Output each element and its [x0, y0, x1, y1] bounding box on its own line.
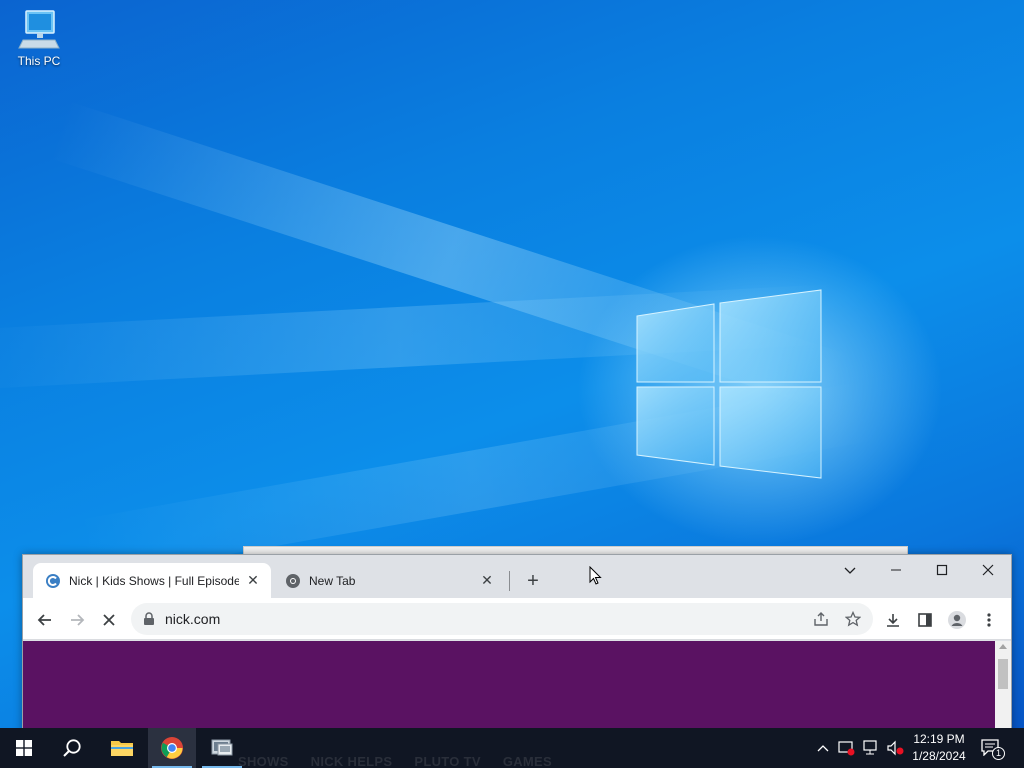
avatar-icon — [948, 611, 966, 629]
desktop-icon-label: This PC — [17, 54, 61, 68]
computer-icon — [18, 10, 60, 49]
security-warning-icon — [838, 741, 855, 756]
tab-nick[interactable]: Nick | Kids Shows | Full Episodes ✕ — [33, 563, 271, 598]
browser-toolbar: nick.com — [23, 598, 1011, 640]
clock-time: 12:19 PM — [913, 732, 965, 746]
desktop-icon-this-pc[interactable]: This PC — [10, 8, 68, 68]
app-icon — [211, 739, 233, 756]
chrome-favicon — [286, 573, 300, 588]
notification-count: 1 — [992, 747, 1005, 760]
chrome-window[interactable]: Nick | Kids Shows | Full Episodes ✕ New … — [22, 554, 1012, 735]
downloads-button[interactable] — [879, 606, 907, 634]
chevron-up-icon — [817, 745, 829, 752]
close-button[interactable] — [965, 555, 1011, 585]
start-icon — [16, 740, 32, 756]
nav-link[interactable]: PLUTO TV — [414, 754, 480, 768]
file-explorer-icon — [111, 741, 133, 756]
chrome-icon — [161, 737, 183, 759]
tab-separator — [509, 571, 510, 591]
search-icon — [63, 739, 81, 757]
chrome-taskbar-button[interactable] — [148, 728, 196, 768]
mouse-cursor-icon — [589, 566, 602, 585]
show-hidden-icons-button[interactable] — [814, 739, 832, 757]
taskbar-clock[interactable]: 12:19 PM 1/28/2024 — [908, 731, 970, 765]
download-icon — [887, 614, 899, 627]
volume-muted-icon — [887, 740, 904, 756]
volume-tray-button[interactable] — [886, 739, 904, 757]
more-vertical-icon — [987, 613, 991, 627]
arrow-left-icon — [37, 614, 51, 626]
share-icon — [814, 612, 828, 626]
minimize-icon — [891, 569, 901, 571]
nav-link[interactable]: GAMES — [503, 754, 552, 768]
clock-date: 1/28/2024 — [912, 749, 966, 763]
search-button[interactable] — [48, 728, 96, 768]
back-button[interactable] — [31, 606, 59, 634]
lock-icon — [144, 612, 154, 625]
tab-close-icon[interactable]: ✕ — [479, 572, 495, 589]
tab-title: New Tab — [309, 573, 356, 588]
page-content[interactable] — [23, 641, 995, 735]
tab-strip: Nick | Kids Shows | Full Episodes ✕ New … — [23, 555, 1011, 598]
minimize-button[interactable] — [873, 555, 919, 585]
side-panel-button[interactable] — [911, 606, 939, 634]
forward-button[interactable] — [63, 606, 91, 634]
side-panel-icon — [918, 613, 932, 627]
nav-link[interactable]: NICK HELPS — [311, 754, 393, 768]
nick-favicon — [46, 573, 60, 588]
tab-close-icon[interactable]: ✕ — [245, 572, 261, 589]
nav-link[interactable]: SHOWS — [238, 754, 289, 768]
stop-loading-button[interactable] — [95, 606, 123, 634]
star-icon — [845, 611, 861, 627]
chevron-down-icon — [844, 567, 856, 574]
close-icon — [982, 564, 994, 576]
scrollbar-thumb[interactable] — [998, 659, 1008, 689]
action-center-button[interactable]: 1 — [980, 738, 1008, 760]
network-tray-button[interactable] — [862, 739, 880, 757]
stop-icon — [103, 614, 115, 626]
menu-button[interactable] — [975, 606, 1003, 634]
maximize-icon — [936, 564, 948, 576]
url-text: nick.com — [165, 611, 221, 627]
file-explorer-button[interactable] — [98, 728, 146, 768]
page-nav-links: SHOWS NICK HELPS PLUTO TV GAMES — [238, 754, 552, 768]
scroll-up-icon[interactable] — [999, 644, 1007, 649]
network-icon — [863, 740, 877, 755]
maximize-button[interactable] — [919, 555, 965, 585]
address-bar[interactable]: nick.com — [131, 603, 873, 635]
page-scrollbar[interactable] — [995, 641, 1011, 735]
start-button[interactable] — [0, 728, 48, 768]
tab-new-tab[interactable]: New Tab ✕ — [273, 563, 505, 598]
share-button[interactable] — [807, 605, 835, 633]
tab-title: Nick | Kids Shows | Full Episodes — [69, 573, 239, 588]
security-tray-button[interactable] — [838, 739, 856, 757]
new-tab-button[interactable]: + — [521, 569, 545, 593]
tab-search-button[interactable] — [827, 555, 873, 585]
bookmark-button[interactable] — [839, 605, 867, 633]
arrow-right-icon — [71, 614, 85, 626]
profile-button[interactable] — [943, 606, 971, 634]
